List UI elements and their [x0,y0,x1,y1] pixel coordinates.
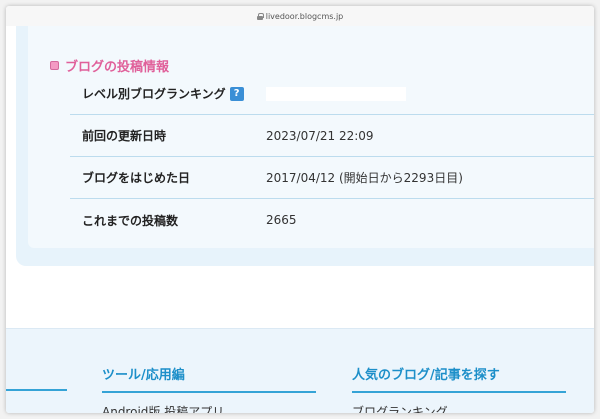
footer-divider [102,391,316,393]
row-label: ブログをはじめた日 [82,171,191,185]
help-icon[interactable]: ? [229,86,244,101]
blog-ranking-link[interactable]: ブログランキング [352,403,566,413]
info-row-ranking: レベル別ブログランキング ? [70,73,594,115]
footer-heading-popular: 人気のブログ/記事を探す [352,368,500,383]
start-date-value: 2017/04/12 (開始日から2293日目) [266,171,463,185]
info-row-post-count: これまでの投稿数 2665 [70,199,594,241]
post-count-value: 2665 [266,213,297,227]
row-label: 前回の更新日時 [82,129,167,143]
lock-icon [256,12,264,20]
info-row-start-date: ブログをはじめた日 2017/04/12 (開始日から2293日目) [70,157,594,199]
ranking-label: レベル別ブログランキング [82,87,226,101]
android-app-link[interactable]: Android版 投稿アプリ [102,403,316,413]
footer-divider [6,389,67,391]
row-label: これまでの投稿数 [82,213,179,228]
site-footer: ツール/応用編 Android版 投稿アプリ 人気のブログ/記事を探す ブログラ… [6,328,594,413]
info-row-last-updated: 前回の更新日時 2023/07/21 22:09 [70,115,594,157]
url-text: livedoor.blogcms.jp [265,11,344,21]
footer-column-tools: ツール/応用編 Android版 投稿アプリ [102,364,316,413]
row-label: レベル別ブログランキング ? [70,85,266,102]
address-bar[interactable]: livedoor.blogcms.jp [6,6,594,26]
footer-divider [352,391,566,393]
last-updated-value: 2023/07/21 22:09 [266,128,374,143]
footer-heading-tools: ツール/応用編 [102,368,185,383]
footer-column-popular: 人気のブログ/記事を探す ブログランキング [352,364,566,413]
pink-square-icon [50,61,59,70]
ranking-value [266,86,406,101]
browser-viewport: livedoor.blogcms.jp ブログの投稿情報 レベル別ブログランキン… [6,6,594,413]
